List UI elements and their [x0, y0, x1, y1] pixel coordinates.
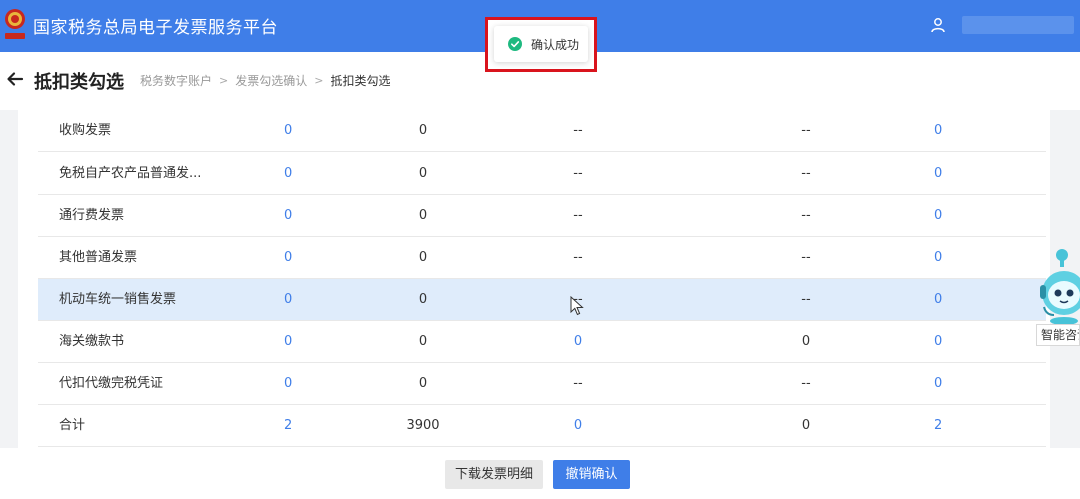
mouse-cursor-icon	[570, 296, 584, 316]
row-count-link[interactable]: 0	[934, 153, 954, 195]
row-value: 0	[418, 292, 428, 307]
toast-message: 确认成功	[531, 38, 580, 52]
row-value: 0	[418, 334, 428, 349]
table-row: 海关缴款书 0 0 0 0 0	[38, 321, 1046, 363]
row-count-link[interactable]: 0	[934, 195, 954, 237]
table-row: 免税自产农产品普通发... 0 0 -- -- 0	[38, 153, 1046, 195]
annotation-highlight-box: 确认成功	[485, 17, 597, 72]
row-value: --	[573, 166, 583, 181]
page-title: 抵扣类勾选	[34, 72, 124, 93]
assistant-label[interactable]: 智能咨询	[1036, 324, 1080, 346]
row-count-link[interactable]: 0	[284, 110, 304, 152]
action-footer: 下载发票明细 撤销确认	[0, 448, 1080, 499]
table-row: 收购发票 0 0 -- -- 0	[38, 110, 1046, 152]
back-arrow-icon[interactable]	[6, 70, 24, 88]
row-count-link[interactable]: 0	[934, 279, 954, 321]
row-value: --	[573, 376, 583, 391]
row-count-link[interactable]: 0	[934, 237, 954, 279]
row-value: --	[801, 376, 811, 391]
app-title: 国家税务总局电子发票服务平台	[33, 18, 278, 38]
breadcrumb-item-tax-account[interactable]: 税务数字账户	[140, 72, 212, 89]
row-name: 合计	[59, 418, 86, 433]
row-name: 免税自产农产品普通发...	[59, 166, 202, 181]
row-count-link[interactable]: 0	[284, 279, 304, 321]
row-count-link[interactable]: 0	[934, 110, 954, 152]
row-value: 0	[418, 376, 428, 391]
row-value: 0	[418, 250, 428, 265]
row-count-link[interactable]: 0	[284, 237, 304, 279]
row-value: 0	[801, 418, 811, 433]
row-count-link[interactable]: 0	[558, 321, 598, 363]
breadcrumb-item-current: 抵扣类勾选	[330, 74, 391, 88]
row-name: 其他普通发票	[59, 250, 138, 265]
table-row: 代扣代缴完税凭证 0 0 -- -- 0	[38, 363, 1046, 405]
row-count-link[interactable]: 0	[284, 195, 304, 237]
chevron-right-icon: >	[219, 74, 229, 87]
row-value: --	[801, 123, 811, 138]
success-toast: 确认成功	[494, 26, 588, 62]
row-value: 0	[801, 334, 811, 349]
user-name-redacted[interactable]	[962, 16, 1074, 34]
table-row-total: 合计 2 3900 0 0 2	[38, 405, 1046, 447]
row-name: 收购发票	[59, 123, 112, 138]
row-value: --	[573, 208, 583, 223]
row-count-link[interactable]: 0	[558, 405, 598, 447]
row-value: 0	[418, 208, 428, 223]
invoice-summary-table: 收购发票 0 0 -- -- 0 免税自产农产品普通发... 0 0 -- --…	[18, 110, 1050, 448]
row-value: --	[573, 123, 583, 138]
row-value: --	[801, 208, 811, 223]
row-count-link[interactable]: 0	[934, 363, 954, 405]
row-count-link[interactable]: 0	[934, 321, 954, 363]
table-row: 其他普通发票 0 0 -- -- 0	[38, 237, 1046, 279]
row-value: --	[801, 166, 811, 181]
row-name: 代扣代缴完税凭证	[59, 376, 164, 391]
tax-emblem-icon	[5, 9, 25, 39]
row-count-link[interactable]: 0	[284, 363, 304, 405]
row-value: --	[801, 292, 811, 307]
row-count-link[interactable]: 2	[934, 405, 954, 447]
row-count-link[interactable]: 0	[284, 321, 304, 363]
row-value: 3900	[406, 418, 440, 433]
chevron-right-icon: >	[314, 74, 324, 87]
check-circle-icon	[508, 37, 522, 51]
download-invoice-details-button[interactable]: 下载发票明细	[445, 460, 543, 489]
breadcrumb-item-invoice-confirm[interactable]: 发票勾选确认	[235, 72, 307, 89]
row-name: 机动车统一销售发票	[59, 292, 177, 307]
row-name: 海关缴款书	[59, 334, 125, 349]
row-value: 0	[418, 123, 428, 138]
row-value: --	[573, 250, 583, 265]
cancel-confirmation-button[interactable]: 撤销确认	[553, 460, 630, 489]
row-count-link[interactable]: 2	[284, 405, 304, 447]
table-row-hovered: 机动车统一销售发票 0 0 -- -- 0	[38, 279, 1046, 321]
row-value: 0	[418, 166, 428, 181]
row-value: --	[801, 250, 811, 265]
table-row: 通行费发票 0 0 -- -- 0	[38, 195, 1046, 237]
row-name: 通行费发票	[59, 208, 125, 223]
user-icon[interactable]	[930, 17, 946, 33]
row-count-link[interactable]: 0	[284, 153, 304, 195]
breadcrumb: 税务数字账户 > 发票勾选确认 > 抵扣类勾选	[140, 72, 390, 89]
